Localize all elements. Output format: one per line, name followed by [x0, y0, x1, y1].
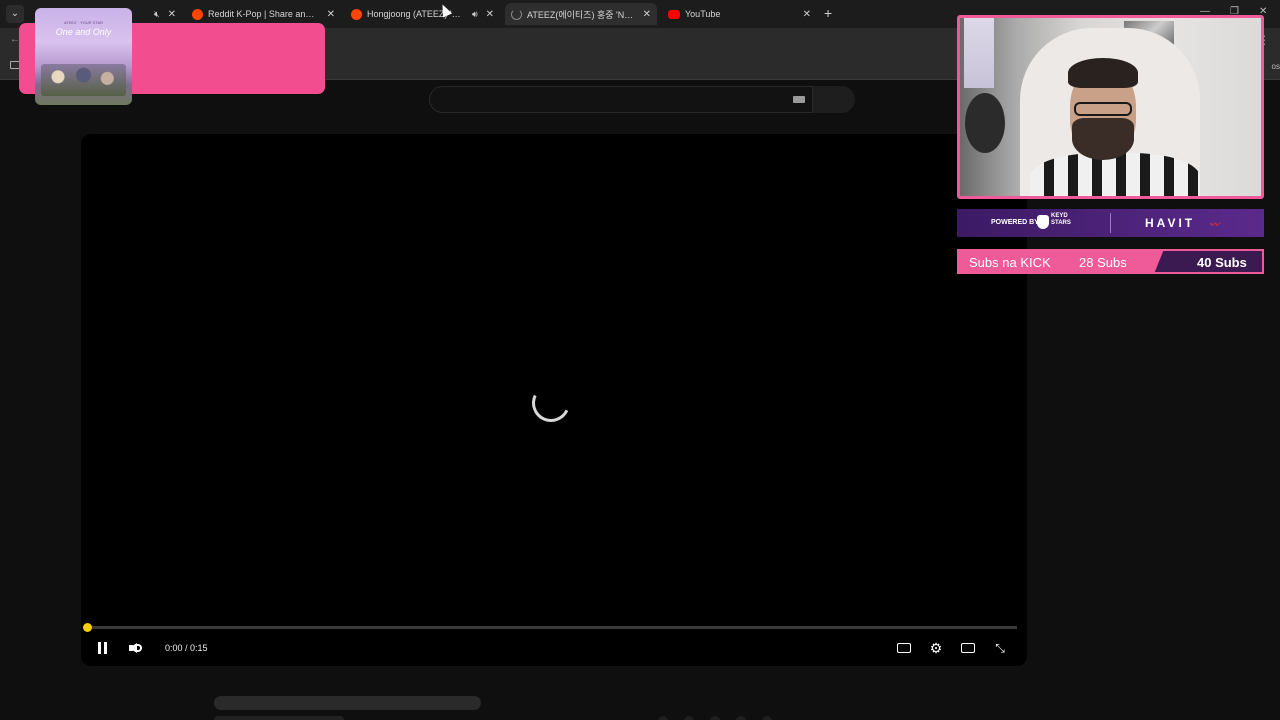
volume-button[interactable]: [128, 639, 144, 657]
tab-title: ATEEZ(에이티즈) 홍중 'NO1' | A: [527, 9, 635, 20]
close-tab-icon[interactable]: ✕: [486, 9, 494, 20]
powered-by-label: POWERED BY: [991, 219, 1039, 226]
progress-bar[interactable]: [87, 626, 1017, 629]
action-skeleton: [710, 716, 720, 720]
fullscreen-button[interactable]: ⤡: [992, 639, 1008, 657]
subs-goal-bar: Subs na KICK 28 Subs 40 Subs: [957, 249, 1264, 274]
reddit-favicon-icon: [192, 8, 203, 20]
pause-button[interactable]: [95, 639, 109, 657]
theater-mode-button[interactable]: [960, 639, 976, 657]
brand-mark-icon: 〰: [1209, 220, 1219, 231]
loading-favicon-icon: [511, 8, 522, 20]
bookmarks-overflow-label[interactable]: os: [1272, 62, 1280, 71]
subs-goal-count: 40 Subs: [1197, 255, 1247, 270]
action-skeleton: [658, 716, 668, 720]
close-tab-icon[interactable]: ✕: [803, 9, 811, 20]
tab-title: YouTube: [685, 9, 721, 19]
time-display: 0:00 / 0:15: [165, 643, 208, 653]
album-cover: ATEEZ · YOUR STAR One and Only: [35, 8, 132, 105]
album-subtitle: ATEEZ · YOUR STAR: [63, 20, 104, 25]
tab-reddit-kpop[interactable]: Reddit K-Pop | Share and disco ✕: [186, 3, 341, 25]
settings-gear-icon[interactable]: ⚙: [928, 639, 944, 657]
sponsor-divider: [1110, 213, 1111, 233]
keyd-stars-logo: KEYD STARS: [1037, 213, 1083, 233]
tab-youtube[interactable]: YouTube ✕: [662, 3, 817, 25]
subs-goal-label: Subs na KICK: [969, 255, 1051, 270]
streamer-webcam: [957, 15, 1264, 199]
search-button[interactable]: [813, 86, 855, 113]
havit-logo: HAVIT: [1145, 216, 1196, 230]
reddit-favicon-icon: [351, 8, 362, 20]
speaker-icon[interactable]: 🔊︎: [472, 9, 478, 20]
channel-skeleton: [214, 716, 344, 720]
tab-ateez-youtube-active[interactable]: ATEEZ(에이티즈) 홍중 'NO1' | A ✕: [505, 3, 657, 25]
tab-reddit-hongjoong[interactable]: Hongjoong (ATEEZ) 'NO1' | 🔊︎ ✕: [345, 3, 500, 25]
new-tab-button[interactable]: +: [824, 5, 832, 21]
tab-title: Reddit K-Pop | Share and disco: [208, 9, 319, 19]
close-tab-icon[interactable]: ✕: [327, 9, 335, 20]
shield-icon: [1037, 215, 1049, 229]
sponsor-banner: POWERED BY KEYD STARS HAVIT 〰: [957, 209, 1264, 237]
action-skeleton: [684, 716, 694, 720]
search-input[interactable]: [429, 86, 813, 113]
screen: ⌄ be 🔇︎ ✕ Reddit K-Pop | Share and disco…: [0, 0, 1280, 720]
scrubber-handle[interactable]: [83, 623, 92, 632]
keyboard-icon[interactable]: [793, 96, 805, 103]
album-photo: [41, 64, 126, 96]
title-skeleton: [214, 696, 481, 710]
youtube-favicon-icon: [668, 9, 680, 19]
action-skeleton: [736, 716, 746, 720]
video-player[interactable]: 0:00 / 0:15 ⚙ ⤡: [81, 134, 1027, 666]
loading-spinner-icon: [526, 378, 576, 428]
close-tab-icon[interactable]: ✕: [643, 9, 651, 20]
subs-current-count: 28 Subs: [1079, 255, 1127, 270]
album-title: One and Only: [55, 27, 112, 37]
close-tab-icon[interactable]: ✕: [168, 9, 176, 20]
action-skeleton: [762, 716, 772, 720]
muted-speaker-icon[interactable]: 🔇︎: [154, 9, 160, 20]
tab-search-dropdown-icon[interactable]: ⌄: [6, 5, 24, 23]
subtitles-button[interactable]: [896, 639, 912, 657]
